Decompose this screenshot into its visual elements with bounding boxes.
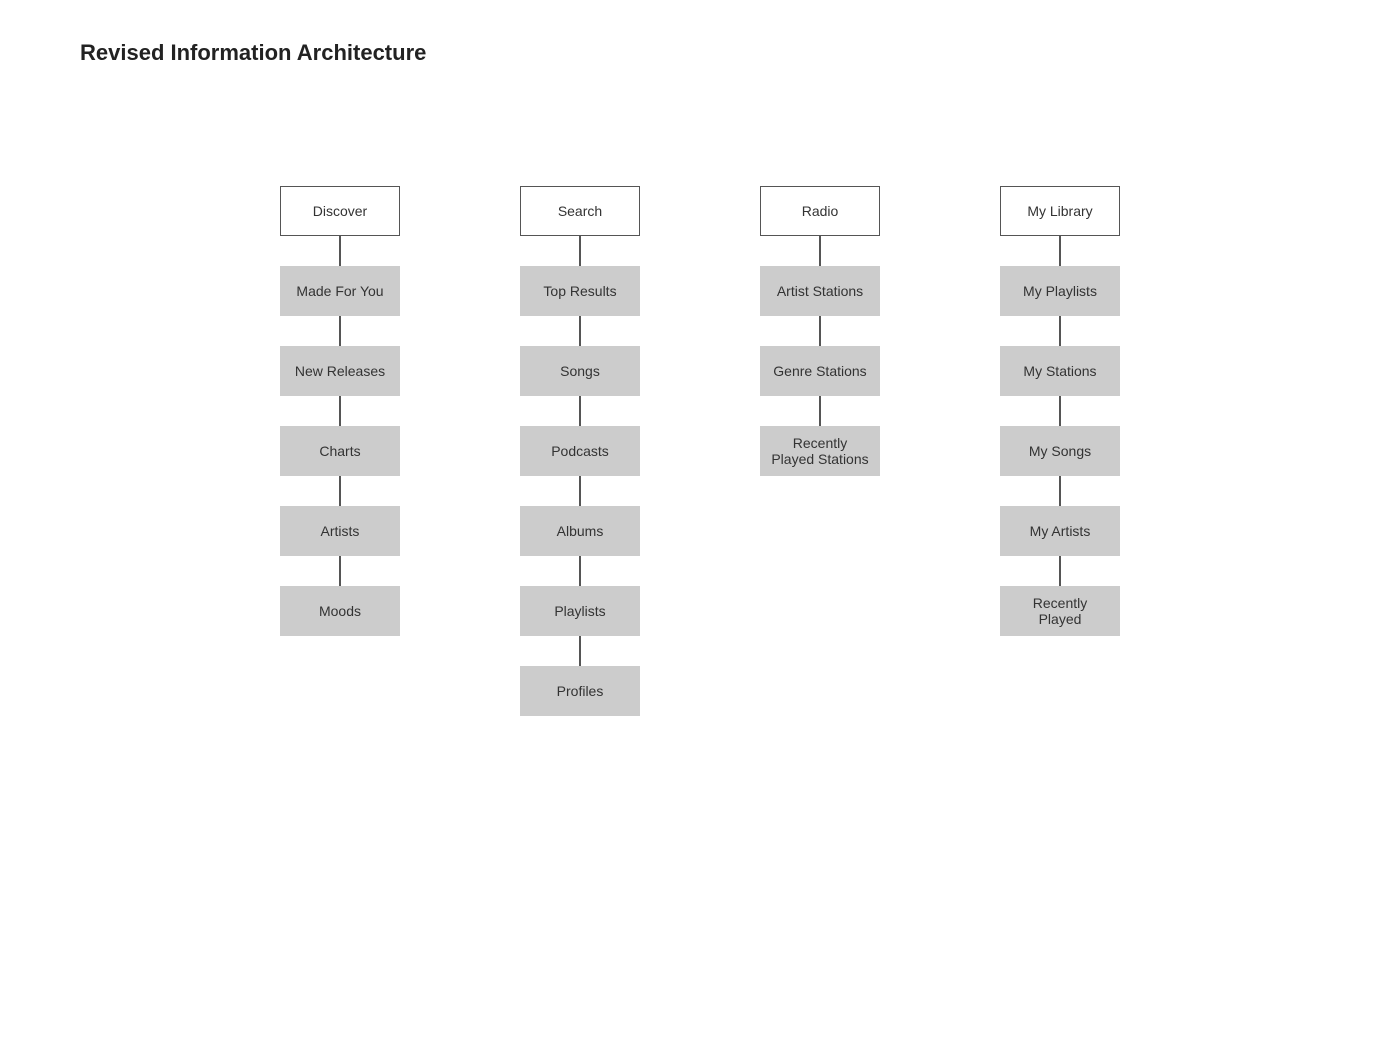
- node-child-search-3: Albums: [520, 506, 640, 556]
- node-child-search-4: Playlists: [520, 586, 640, 636]
- node-child-search-2: Podcasts: [520, 426, 640, 476]
- connector-my-library-2: [1059, 396, 1061, 426]
- node-child-my-library-0: My Playlists: [1000, 266, 1120, 316]
- connector-radio-0: [819, 236, 821, 266]
- column-discover: Discover Made For You New Releases Charts Ar…: [280, 186, 400, 636]
- connector-search-0: [579, 236, 581, 266]
- connector-discover-3: [339, 476, 341, 506]
- node-root-discover: Discover: [280, 186, 400, 236]
- node-child-search-5: Profiles: [520, 666, 640, 716]
- connector-discover-2: [339, 396, 341, 426]
- diagram-container: Discover Made For You New Releases Charts Ar…: [0, 66, 1400, 776]
- node-child-radio-1: Genre Stations: [760, 346, 880, 396]
- connector-radio-2: [819, 396, 821, 426]
- node-child-my-library-1: My Stations: [1000, 346, 1120, 396]
- node-root-my-library: My Library: [1000, 186, 1120, 236]
- node-child-discover-0: Made For You: [280, 266, 400, 316]
- node-child-my-library-4: Recently Played: [1000, 586, 1120, 636]
- node-child-discover-4: Moods: [280, 586, 400, 636]
- node-root-radio: Radio: [760, 186, 880, 236]
- node-child-my-library-3: My Artists: [1000, 506, 1120, 556]
- node-child-radio-2: Recently Played Stations: [760, 426, 880, 476]
- connector-radio-1: [819, 316, 821, 346]
- connector-search-3: [579, 476, 581, 506]
- connector-search-1: [579, 316, 581, 346]
- column-radio: Radio Artist Stations Genre Stations Recent…: [760, 186, 880, 476]
- connector-search-4: [579, 556, 581, 586]
- connector-search-5: [579, 636, 581, 666]
- node-root-search: Search: [520, 186, 640, 236]
- page-title: Revised Information Architecture: [0, 0, 1400, 66]
- node-child-discover-3: Artists: [280, 506, 400, 556]
- column-my-library: My Library My Playlists My Stations My Song…: [1000, 186, 1120, 636]
- node-child-search-0: Top Results: [520, 266, 640, 316]
- node-child-my-library-2: My Songs: [1000, 426, 1120, 476]
- node-child-search-1: Songs: [520, 346, 640, 396]
- node-child-discover-1: New Releases: [280, 346, 400, 396]
- connector-discover-1: [339, 316, 341, 346]
- connector-my-library-0: [1059, 236, 1061, 266]
- connector-discover-0: [339, 236, 341, 266]
- connector-my-library-4: [1059, 556, 1061, 586]
- node-child-radio-0: Artist Stations: [760, 266, 880, 316]
- column-search: Search Top Results Songs Podcasts Albums Play…: [520, 186, 640, 716]
- connector-search-2: [579, 396, 581, 426]
- node-child-discover-2: Charts: [280, 426, 400, 476]
- connector-my-library-1: [1059, 316, 1061, 346]
- connector-discover-4: [339, 556, 341, 586]
- connector-my-library-3: [1059, 476, 1061, 506]
